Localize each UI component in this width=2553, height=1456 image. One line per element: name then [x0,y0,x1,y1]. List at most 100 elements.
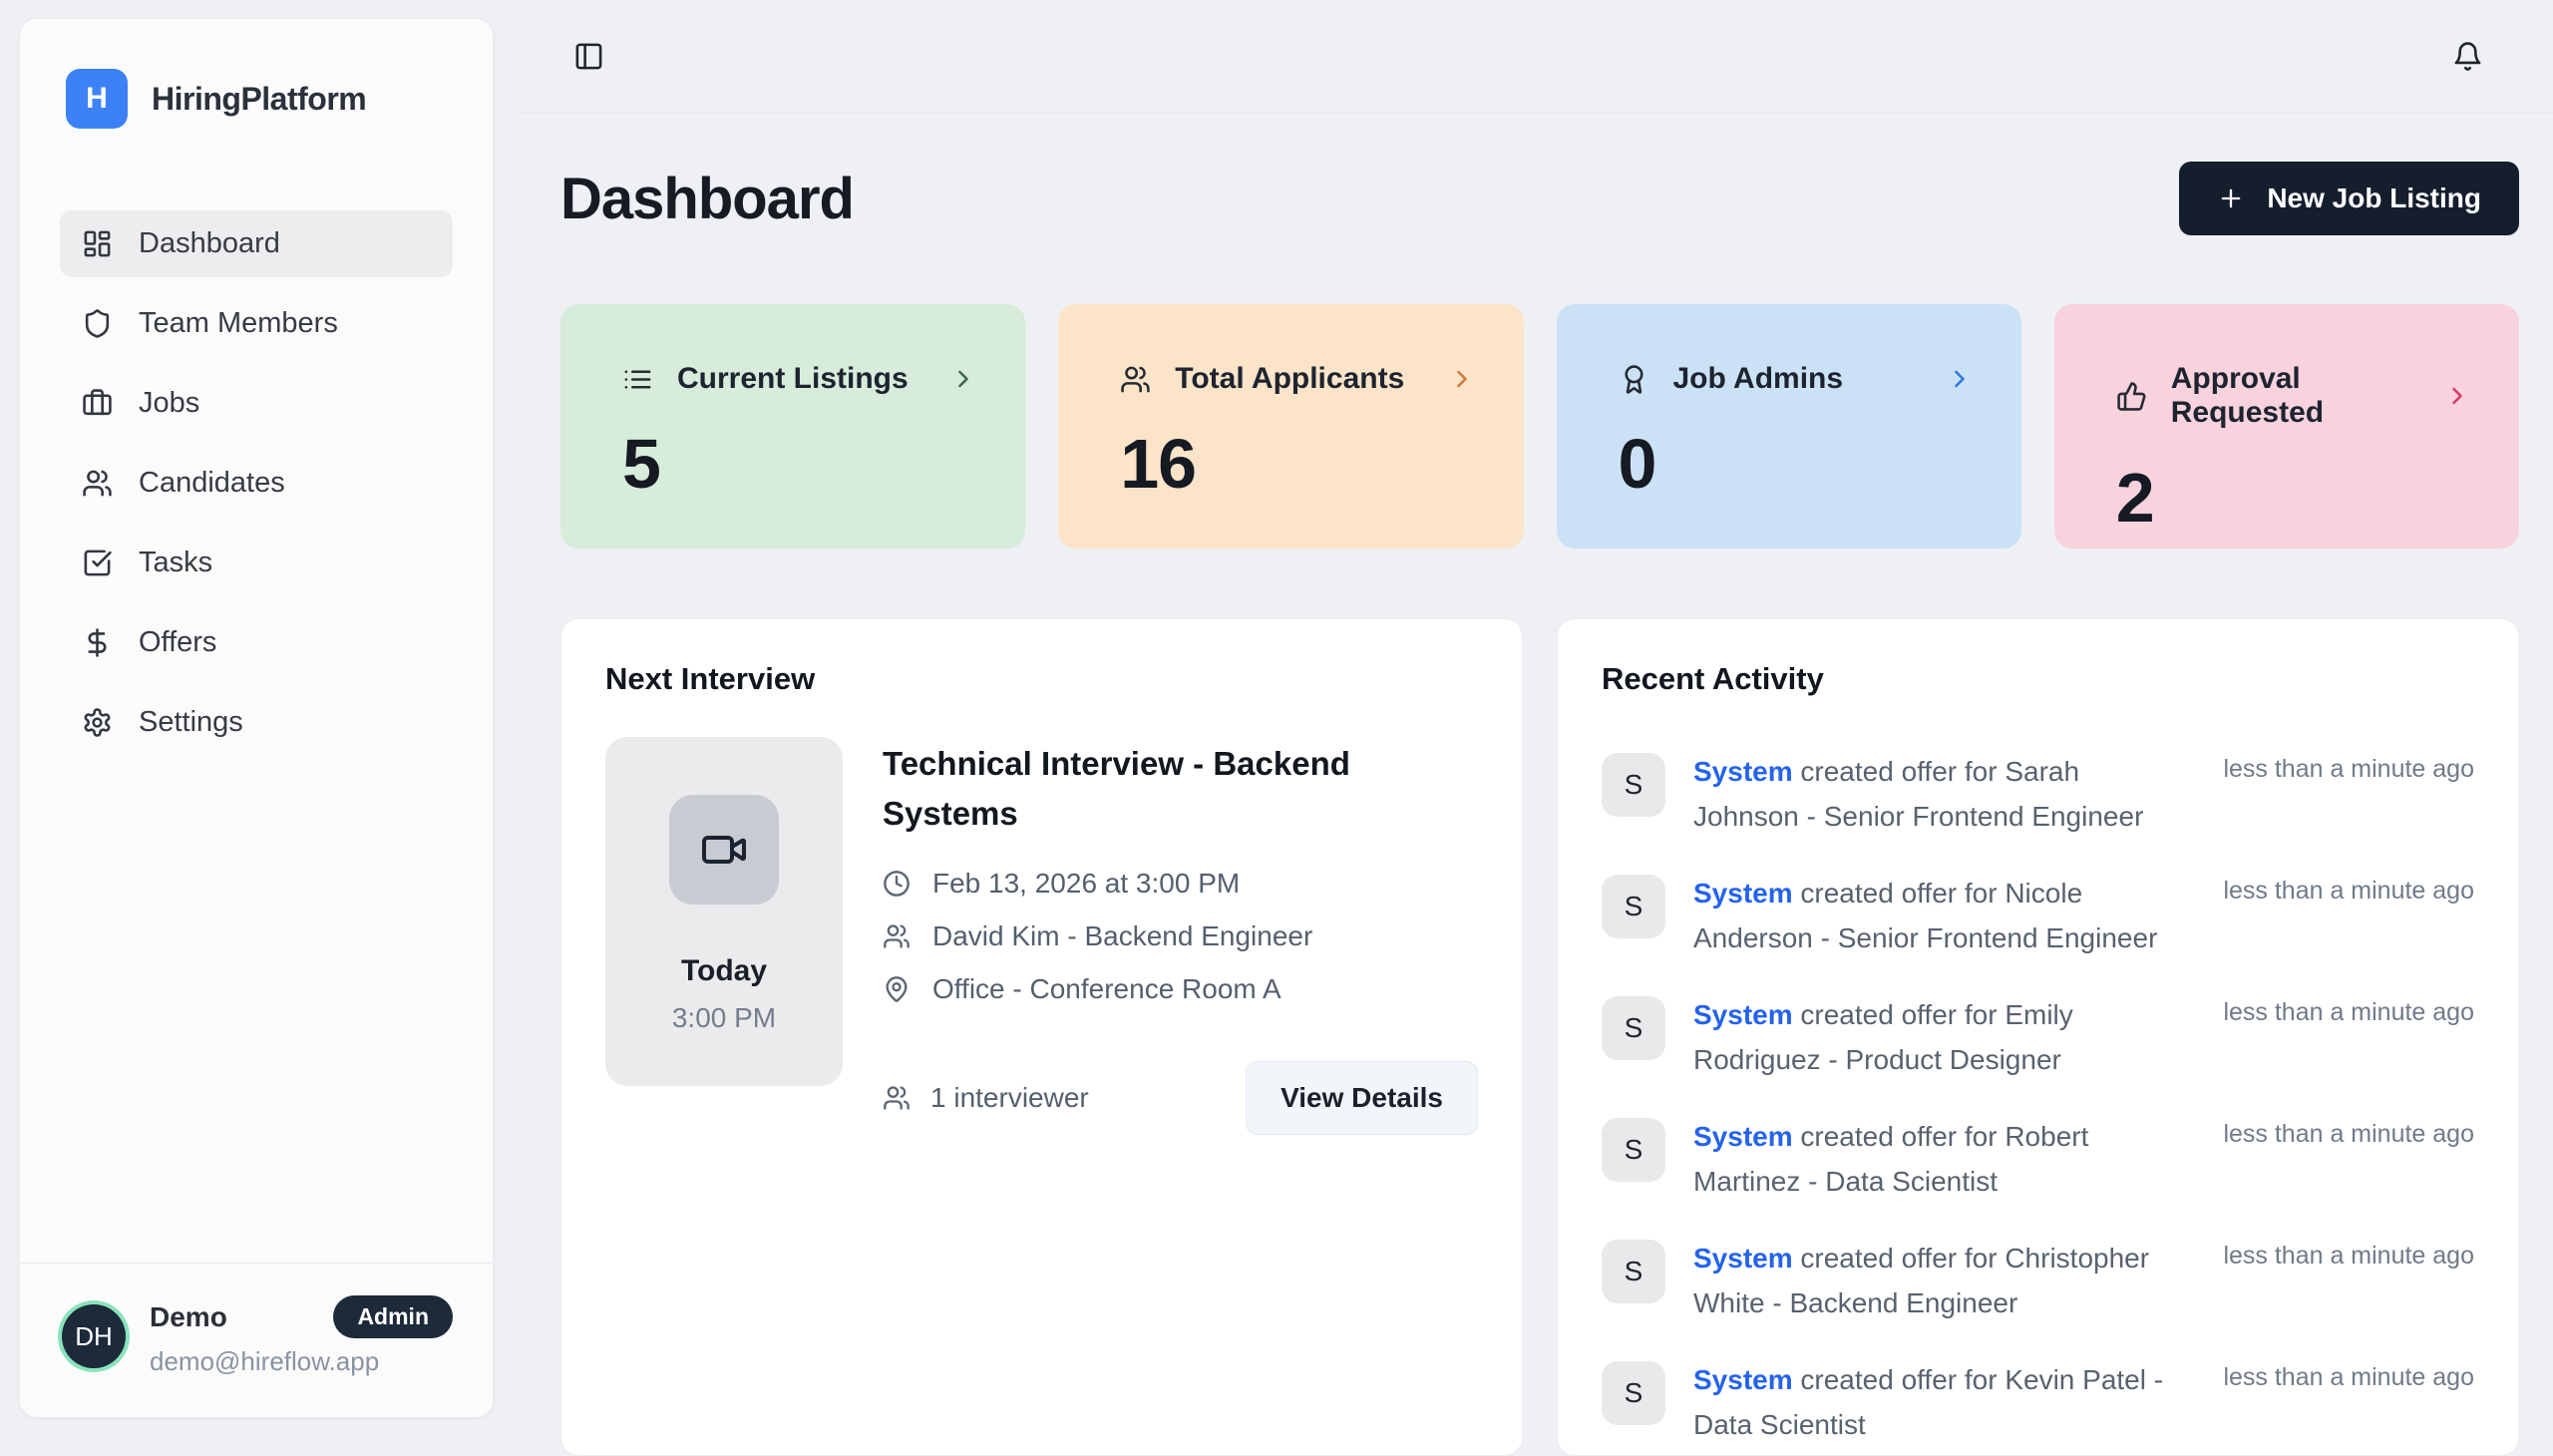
activity-timestamp: less than a minute ago [2223,875,2474,906]
user-info: Demo Admin demo@hireflow.app [150,1295,453,1377]
interviewer-count: 1 interviewer [883,1082,1089,1114]
sidebar-item-team-members[interactable]: Team Members [60,290,453,357]
activity-actor[interactable]: System [1693,756,1793,787]
sidebar-item-label: Offers [139,626,216,659]
content: Dashboard New Job Listing Current Listin… [518,162,2553,1456]
activity-avatar: S [1602,1118,1665,1182]
video-icon [669,795,779,905]
activity-actor[interactable]: System [1693,1243,1793,1274]
user-menu[interactable]: DH Demo Admin demo@hireflow.app [20,1263,493,1417]
activity-actor[interactable]: System [1693,1121,1793,1152]
activity-timestamp: less than a minute ago [2223,753,2474,784]
sidebar-item-jobs[interactable]: Jobs [60,370,453,437]
activity-actor[interactable]: System [1693,878,1793,909]
stat-value: 5 [622,424,977,504]
sidebar-item-label: Settings [139,706,243,739]
activity-avatar: S [1602,996,1665,1060]
chevron-right-icon [1448,365,1476,393]
stat-label: Total Applicants [1175,362,1404,396]
sidebar-item-dashboard[interactable]: Dashboard [60,210,453,277]
stat-card-total-applicants[interactable]: Total Applicants 16 [1058,304,1523,548]
activity-text: System created offer for Christopher Whi… [1693,1236,2195,1325]
sidebar-item-candidates[interactable]: Candidates [60,450,453,517]
interview-date-tile: Today 3:00 PM [605,737,843,1086]
interviewer-count-text: 1 interviewer [930,1082,1089,1114]
interview-person-text: David Kim - Backend Engineer [932,920,1312,952]
chevron-right-icon [1946,365,1974,393]
sidebar-item-offers[interactable]: Offers [60,609,453,676]
users-icon [82,468,113,499]
activity-avatar: S [1602,1361,1665,1425]
panels-row: Next Interview Today 3:00 PM Technical I… [560,618,2519,1456]
activity-text: System created offer for Sarah Johnson -… [1693,749,2195,839]
interview-location: Office - Conference Room A [883,973,1478,1005]
interview-title: Technical Interview - Backend Systems [883,739,1461,838]
stat-value: 16 [1120,424,1475,504]
page-title: Dashboard [560,166,854,232]
activity-avatar: S [1602,1240,1665,1303]
stats-row: Current Listings 5 Total Applicants 16 J… [560,304,2519,548]
view-details-button[interactable]: View Details [1246,1061,1478,1135]
sidebar-item-settings[interactable]: Settings [60,689,453,756]
gear-icon [82,707,113,738]
interview-time-label: 3:00 PM [672,1002,776,1034]
avatar: DH [62,1304,126,1368]
stat-label: Current Listings [677,362,909,396]
app-logo-icon: H [66,69,128,129]
sidebar-item-tasks[interactable]: Tasks [60,530,453,596]
interview-person: David Kim - Backend Engineer [883,920,1478,952]
activity-timestamp: less than a minute ago [2223,1118,2474,1149]
stat-card-current-listings[interactable]: Current Listings 5 [560,304,1025,548]
recent-activity-title: Recent Activity [1602,661,2474,697]
notifications-button[interactable] [2452,41,2483,72]
stat-card-job-admins[interactable]: Job Admins 0 [1557,304,2021,548]
main-area: Dashboard New Job Listing Current Listin… [518,0,2553,1436]
stat-label: Approval Requested [2171,362,2419,430]
activity-actor[interactable]: System [1693,1364,1793,1395]
activity-item: S System created offer for Emily Rodrigu… [1602,996,2474,1082]
dashboard-icon [82,228,113,259]
bell-icon [2452,41,2483,72]
activity-timestamp: less than a minute ago [2223,1240,2474,1271]
users-icon [883,1084,911,1112]
topbar [518,0,2553,114]
thumbs-up-icon [2116,381,2147,412]
briefcase-icon [82,388,113,419]
activity-item: S System created offer for Robert Martin… [1602,1118,2474,1204]
new-job-listing-button[interactable]: New Job Listing [2179,162,2519,235]
activity-item: S System created offer for Christopher W… [1602,1240,2474,1325]
activity-list: S System created offer for Sarah Johnson… [1602,753,2474,1447]
sidebar-toggle-button[interactable] [573,41,604,72]
stat-card-approval-requested[interactable]: Approval Requested 2 [2054,304,2519,548]
page-header: Dashboard New Job Listing [560,162,2519,235]
app-title: HiringPlatform [152,81,366,118]
interview-datetime-text: Feb 13, 2026 at 3:00 PM [932,868,1240,900]
next-interview-panel: Next Interview Today 3:00 PM Technical I… [560,618,1523,1456]
interview-datetime: Feb 13, 2026 at 3:00 PM [883,868,1478,900]
user-name: Demo [150,1301,227,1333]
check-square-icon [82,547,113,578]
plus-icon [2217,184,2245,212]
new-job-listing-label: New Job Listing [2267,182,2481,214]
sidebar-item-label: Candidates [139,467,285,500]
role-badge: Admin [333,1295,453,1338]
stat-value: 0 [1619,424,1974,504]
activity-timestamp: less than a minute ago [2223,996,2474,1027]
activity-avatar: S [1602,875,1665,938]
map-pin-icon [883,975,911,1003]
interview-location-text: Office - Conference Room A [932,973,1281,1005]
stat-value: 2 [2116,458,2471,538]
interview-card: Today 3:00 PM Technical Interview - Back… [605,737,1478,1135]
activity-actor[interactable]: System [1693,999,1793,1030]
shield-icon [82,308,113,339]
activity-text: System created offer for Kevin Patel - D… [1693,1357,2195,1447]
activity-item: S System created offer for Nicole Anders… [1602,875,2474,960]
app-logo: H HiringPlatform [20,19,493,129]
interview-date-label: Today [681,954,767,988]
recent-activity-panel: Recent Activity S System created offer f… [1557,618,2519,1456]
activity-text: System created offer for Robert Martinez… [1693,1114,2195,1204]
sidebar-item-label: Dashboard [139,227,280,260]
sidebar: H HiringPlatform Dashboard Team Members … [19,18,494,1418]
user-email: demo@hireflow.app [150,1346,453,1377]
award-icon [1619,364,1649,395]
